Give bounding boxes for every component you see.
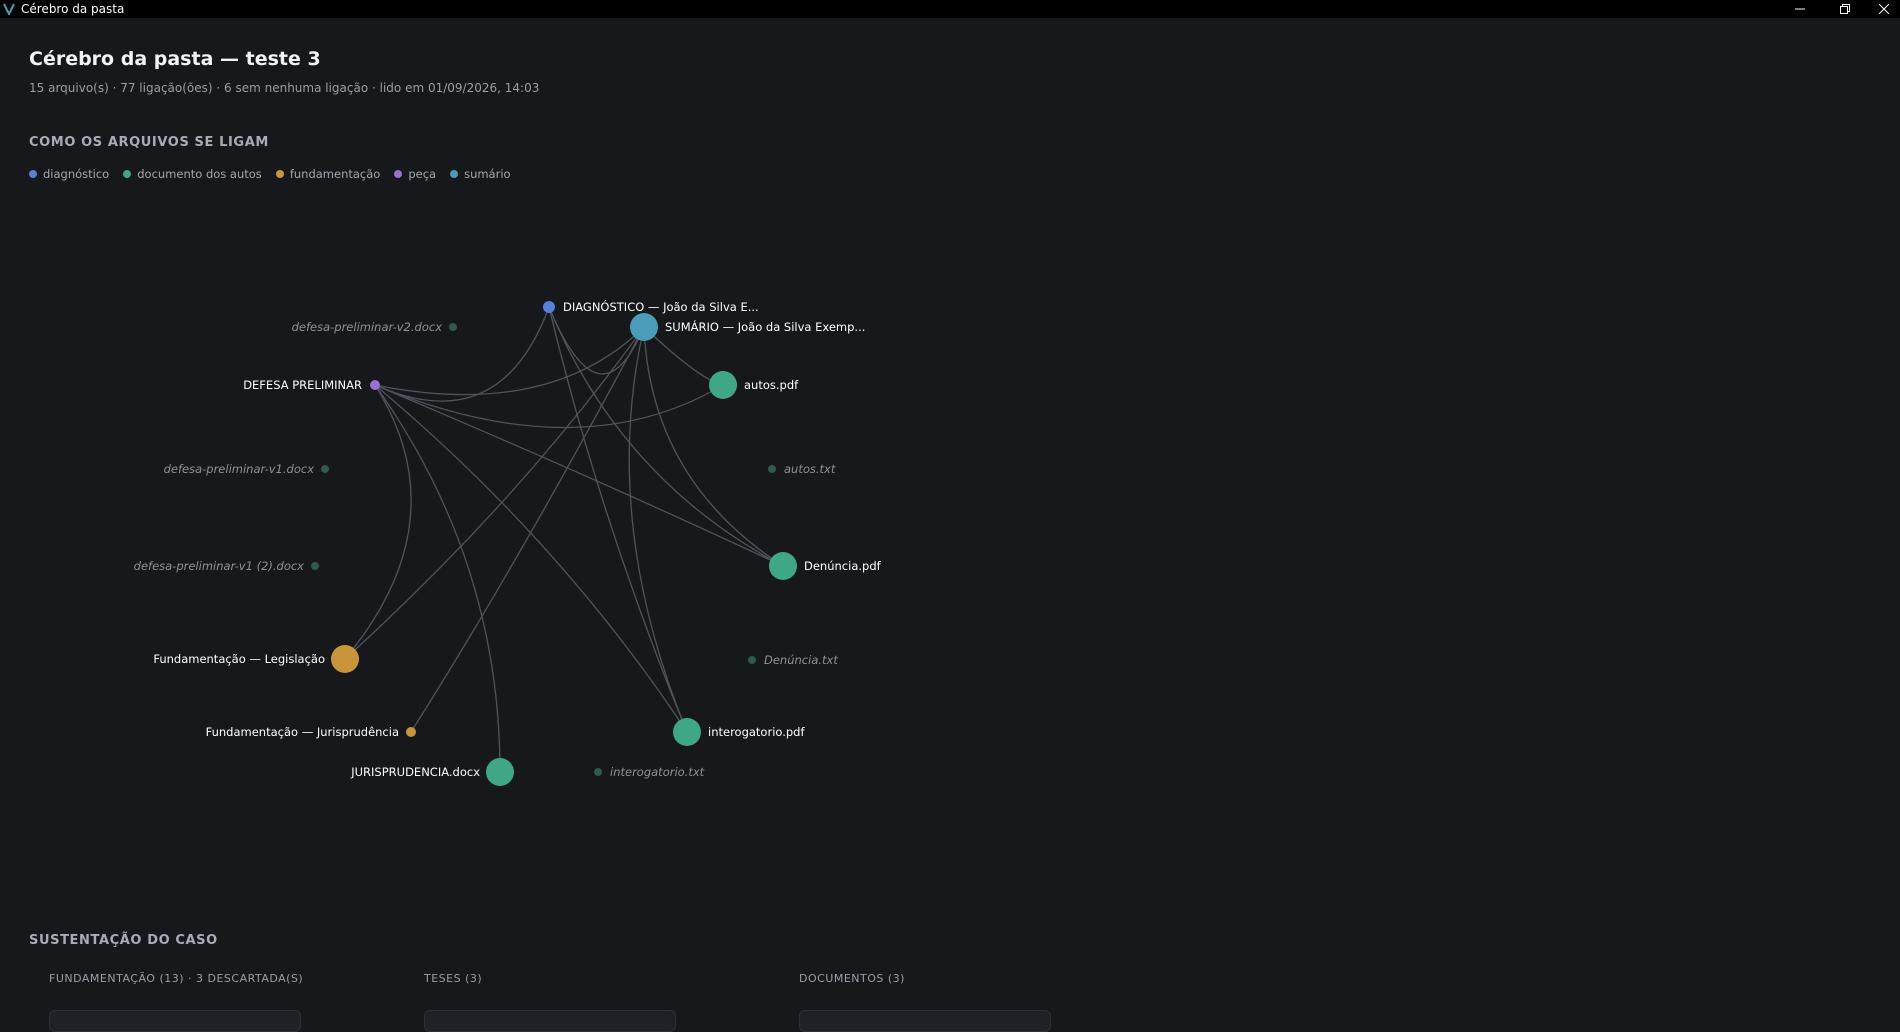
graph-edge — [643, 326, 724, 386]
node-fundamentacao-legislacao[interactable] — [331, 645, 359, 673]
node-sumario[interactable] — [630, 313, 658, 341]
node-fundamentacao-jurisprudencia[interactable] — [406, 727, 416, 737]
node-label-jurisprudencia-docx: JURISPRUDENCIA.docx — [350, 765, 480, 779]
node-label-sumario: SUMÁRIO — João da Silva Exemp... — [665, 319, 865, 334]
node-autos-pdf[interactable] — [709, 371, 737, 399]
teses-card[interactable] — [424, 1010, 676, 1032]
column-title-documentos: DOCUMENTOS (3) — [799, 972, 905, 985]
node-label-interogatorio-pdf: interogatorio.pdf — [708, 725, 805, 739]
node-denuncia-pdf[interactable] — [769, 552, 797, 580]
node-interogatorio-pdf[interactable] — [673, 718, 701, 746]
node-label-autos-txt: autos.txt — [784, 462, 836, 476]
node-label-diagnostico: DIAGNÓSTICO — João da Silva E... — [563, 299, 759, 314]
graph-edge — [374, 384, 501, 773]
node-label-fundamentacao-legislacao: Fundamentação — Legislação — [153, 652, 325, 666]
graph-edge — [628, 326, 688, 733]
graph-edge — [643, 326, 784, 567]
file-link-graph: DIAGNÓSTICO — João da Silva E... SUMÁRIO… — [134, 299, 882, 786]
graph-edge — [374, 326, 645, 396]
node-autos-txt[interactable] — [768, 465, 776, 473]
node-jurisprudencia-docx[interactable] — [486, 758, 514, 786]
node-label-defesa-v1-2: defesa-preliminar-v1 (2).docx — [134, 559, 305, 573]
node-label-fundamentacao-jurisprudencia: Fundamentação — Jurisprudência — [206, 725, 399, 739]
node-diagnostico[interactable] — [543, 301, 555, 313]
documentos-card[interactable] — [799, 1010, 1051, 1032]
graph-edge — [344, 326, 645, 660]
node-label-defesa-v1: defesa-preliminar-v1.docx — [164, 462, 315, 476]
node-label-autos-pdf: autos.pdf — [744, 378, 799, 392]
column-title-fundamentacao: FUNDAMENTAÇÃO (13) · 3 DESCARTADA(S) — [49, 972, 304, 985]
support-section-title: SUSTENTAÇÃO DO CASO — [29, 933, 218, 948]
graph-edge — [548, 306, 688, 733]
node-defesa-v1-2[interactable] — [311, 562, 319, 570]
graph-nodes: DIAGNÓSTICO — João da Silva E... SUMÁRIO… — [134, 299, 882, 786]
node-label-interogatorio-txt: interogatorio.txt — [610, 765, 705, 779]
graph-edge — [374, 384, 724, 429]
node-label-denuncia-pdf: Denúncia.pdf — [804, 559, 882, 573]
graph-edge — [344, 384, 412, 660]
column-title-teses: TESES (3) — [424, 972, 483, 985]
node-interogatorio-txt[interactable] — [594, 768, 602, 776]
graph-edge — [374, 384, 688, 733]
node-denuncia-txt[interactable] — [748, 656, 756, 664]
node-defesa-preliminar[interactable] — [370, 380, 380, 390]
node-label-defesa-preliminar: DEFESA PRELIMINAR — [243, 378, 362, 392]
node-defesa-v2[interactable] — [449, 323, 457, 331]
node-label-defesa-v2: defesa-preliminar-v2.docx — [292, 320, 443, 334]
fundamentacao-card[interactable] — [49, 1010, 301, 1032]
node-defesa-v1[interactable] — [321, 465, 329, 473]
node-label-denuncia-txt: Denúncia.txt — [764, 653, 838, 667]
